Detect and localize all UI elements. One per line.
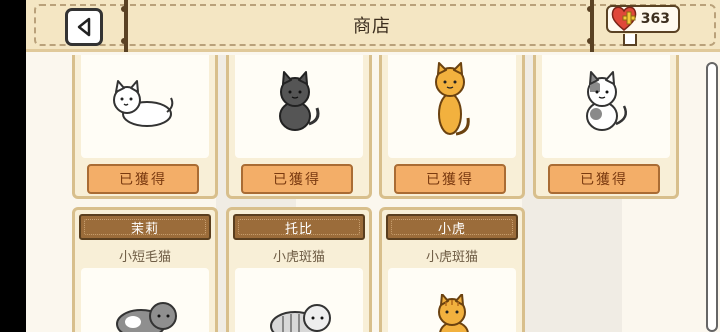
back-triangle-icon	[77, 17, 91, 37]
owned-button[interactable]: 已獲得	[394, 164, 506, 194]
cat-card[interactable]: 小虎 小虎斑猫	[379, 207, 525, 332]
owned-cat-card[interactable]: 已獲得	[533, 55, 679, 199]
heart-plus-icon	[611, 6, 637, 31]
left-edge-strip	[0, 0, 26, 332]
cat-name-plate: 茉莉	[79, 214, 211, 240]
black-cat-sitting-icon	[279, 71, 320, 131]
vertical-scrollbar[interactable]	[706, 62, 718, 332]
owned-button[interactable]: 已獲得	[87, 164, 199, 194]
cat-name: 小虎	[437, 221, 466, 237]
orange-cat-standing-icon	[435, 62, 470, 136]
calico-cat-sitting-icon	[586, 71, 627, 131]
silver-tabby-cat-icon	[270, 304, 331, 332]
owned-cat-card[interactable]: 已獲得	[379, 55, 525, 199]
cat-breed: 小短毛猫	[118, 250, 171, 265]
cat-card[interactable]: 托比 小虎斑猫	[226, 207, 372, 332]
owned-button[interactable]: 已獲得	[548, 164, 660, 194]
gray-tabby-cat-icon	[116, 302, 177, 332]
cat-breed: 小虎斑猫	[425, 250, 478, 265]
header-plank-separator	[587, 0, 594, 52]
owned-button[interactable]: 已獲得	[241, 164, 353, 194]
owned-cat-card[interactable]: 已獲得	[72, 55, 218, 199]
cat-name-plate: 小虎	[386, 214, 518, 240]
cat-name: 茉莉	[130, 221, 159, 237]
currency-hanging-tag	[623, 34, 637, 46]
cat-card[interactable]: 茉莉 小短毛猫	[72, 207, 218, 332]
back-button[interactable]	[65, 8, 103, 46]
white-cat-lying-icon	[113, 80, 174, 127]
cat-name: 托比	[284, 221, 313, 237]
currency-value: 363	[640, 11, 670, 27]
header-plank-separator	[121, 0, 128, 52]
shop-grid[interactable]: 已獲得 已獲得 已獲得 已獲得 茉莉 小短毛猫 托比 小虎斑猫 小虎 小虎斑猫	[26, 55, 706, 332]
cat-name-plate: 托比	[233, 214, 365, 240]
page-title: 商店	[353, 16, 391, 37]
owned-cat-card[interactable]: 已獲得	[226, 55, 372, 199]
cat-breed: 小虎斑猫	[272, 250, 325, 265]
orange-tabby-cat-icon	[438, 294, 469, 332]
